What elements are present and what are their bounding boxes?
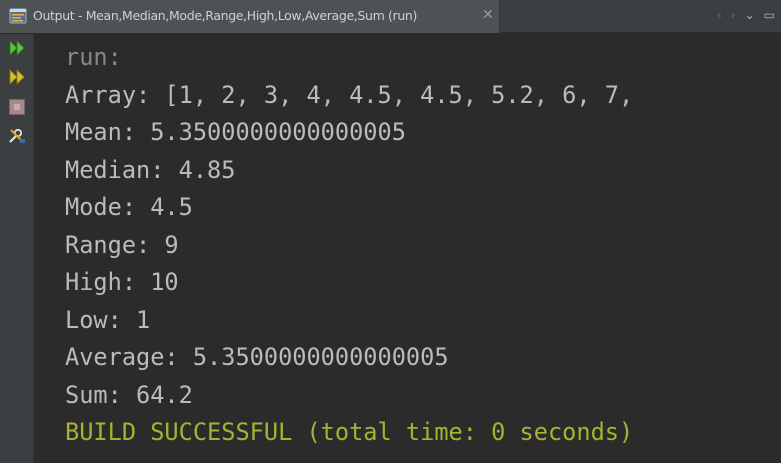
rerun-with-changes-button[interactable] bbox=[7, 67, 27, 87]
console-line-low: Low: 1 bbox=[65, 306, 151, 334]
output-tab[interactable]: Output - Mean,Median,Mode,Range,High,Low… bbox=[0, 0, 500, 33]
console-line-build-status: BUILD SUCCESSFUL (total time: 0 seconds) bbox=[65, 418, 634, 446]
minimize-icon[interactable]: ▭ bbox=[764, 8, 775, 22]
console-line-array: Array: [1, 2, 3, 4, 4.5, 4.5, 5.2, 6, 7, bbox=[65, 81, 634, 109]
next-tab-icon[interactable]: › bbox=[731, 8, 736, 22]
console-line-average: Average: 5.3500000000000005 bbox=[65, 343, 449, 371]
chevron-down-icon[interactable]: ⌄ bbox=[745, 8, 755, 22]
stop-square-icon bbox=[9, 99, 25, 115]
tab-controls: ‹ › ⌄ ▭ bbox=[717, 8, 775, 22]
console-line-mean: Mean: 5.3500000000000005 bbox=[65, 118, 406, 146]
stop-button[interactable] bbox=[7, 97, 27, 117]
output-toolbar bbox=[0, 34, 34, 463]
console-line-high: High: 10 bbox=[65, 268, 179, 296]
double-arrow-green-icon bbox=[9, 40, 25, 56]
tab-bar: Output - Mean,Median,Mode,Range,High,Low… bbox=[0, 0, 781, 33]
console-line-median: Median: 4.85 bbox=[65, 156, 236, 184]
tab-title: Output - Mean,Median,Mode,Range,High,Low… bbox=[33, 8, 418, 23]
rerun-button[interactable] bbox=[7, 38, 27, 58]
prev-tab-icon[interactable]: ‹ bbox=[717, 8, 722, 22]
output-console[interactable]: run: Array: [1, 2, 3, 4, 4.5, 4.5, 5.2, … bbox=[35, 34, 781, 463]
console-line-sum: Sum: 64.2 bbox=[65, 381, 193, 409]
settings-button[interactable] bbox=[7, 126, 27, 146]
console-line-mode: Mode: 4.5 bbox=[65, 193, 193, 221]
console-line-range: Range: 9 bbox=[65, 231, 179, 259]
double-arrow-yellow-icon bbox=[9, 69, 25, 85]
wrench-screwdriver-icon bbox=[9, 128, 25, 143]
output-window-icon bbox=[9, 7, 27, 25]
console-line-run: run: bbox=[65, 43, 122, 71]
close-icon[interactable]: ✕ bbox=[482, 7, 494, 23]
